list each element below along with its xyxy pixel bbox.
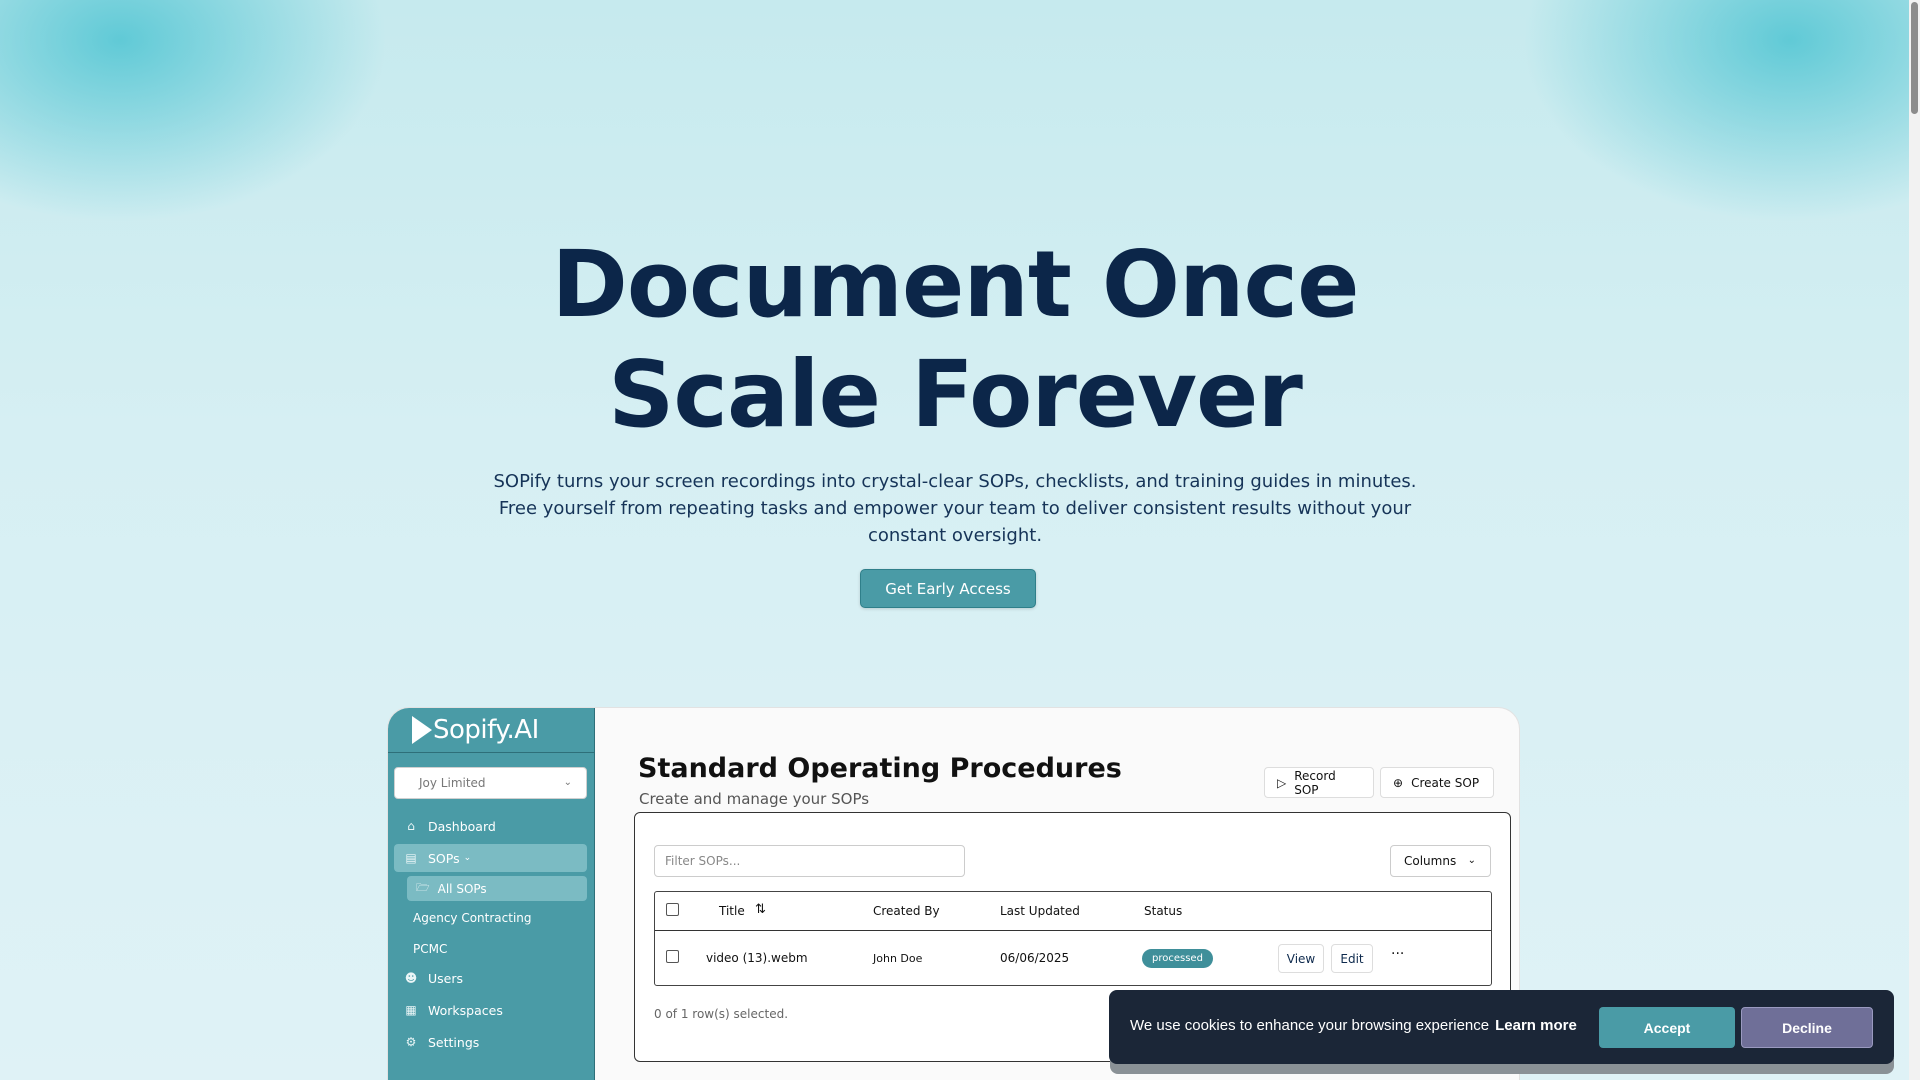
create-sop-label: Create SOP — [1411, 775, 1480, 790]
page-subtitle: Create and manage your SOPs — [639, 790, 870, 808]
row-title: video (13).webm — [706, 951, 808, 965]
organization-select-value: Joy Limited — [419, 776, 486, 790]
hero-subtitle: SOPify turns your screen recordings into… — [493, 471, 1417, 546]
sidebar-item-all-sops[interactable]: 🗁 All SOPs — [407, 876, 587, 901]
scrollbar-thumb[interactable] — [1911, 2, 1918, 114]
sidebar-item-dashboard[interactable]: ⌂ Dashboard — [394, 812, 587, 840]
select-all-checkbox[interactable] — [666, 903, 679, 916]
cookie-message-text: We use cookies to enhance your browsing … — [1130, 1017, 1490, 1034]
building-icon: ▦ — [405, 1003, 417, 1017]
sidebar-item-settings[interactable]: ⚙ Settings — [394, 1028, 587, 1056]
table-row: video (13).webm John Doe 06/06/2025 proc… — [655, 931, 1491, 986]
record-sop-label: Record SOP — [1294, 768, 1336, 797]
users-icon: ☻ — [404, 971, 418, 985]
scrollbar[interactable] — [1909, 0, 1920, 1080]
accept-button[interactable]: Accept — [1599, 1007, 1735, 1048]
document-icon: ▤ — [405, 851, 417, 865]
organization-select[interactable]: Joy Limited ⌄ — [394, 767, 587, 799]
rows-selected-text: 0 of 1 row(s) selected. — [654, 1007, 789, 1021]
sidebar-item-sops[interactable]: ▤ SOPs ⌄ — [394, 844, 587, 872]
sidebar-item-users[interactable]: ☻ Users — [394, 964, 587, 992]
filter-sops-input[interactable]: Filter SOPs... — [654, 845, 965, 877]
sidebar-item-label: Workspaces — [428, 1002, 503, 1018]
chevron-down-icon: ⌄ — [563, 777, 572, 788]
logo: Sopify.AI — [388, 708, 594, 753]
sidebar-item-pcmc[interactable]: PCMC — [407, 936, 587, 961]
sidebar-item-label: All SOPs — [437, 881, 487, 896]
chevron-down-icon: ⌄ — [463, 853, 472, 863]
sidebar-item-label: Settings — [428, 1034, 480, 1050]
get-early-access-button[interactable]: Get Early Access — [860, 569, 1036, 608]
column-status: Status — [1144, 904, 1183, 918]
cookie-banner: We use cookies to enhance your browsing … — [1109, 990, 1894, 1064]
decline-button[interactable]: Decline — [1741, 1007, 1873, 1048]
sidebar-item-label: Users — [428, 970, 464, 986]
sidebar-item-workspaces[interactable]: ▦ Workspaces — [394, 996, 587, 1024]
plus-circle-icon: ⊕ — [1393, 775, 1404, 790]
column-title[interactable]: Title — [719, 904, 745, 918]
cookie-message: We use cookies to enhance your browsing … — [1130, 1017, 1577, 1034]
logo-play-icon — [412, 716, 432, 744]
create-sop-button[interactable]: ⊕ Create SOP — [1380, 767, 1494, 798]
home-icon: ⌂ — [407, 819, 415, 833]
row-created-by: John Doe — [873, 952, 923, 965]
chevron-down-icon: ⌄ — [1467, 855, 1476, 866]
column-last-updated: Last Updated — [1000, 904, 1080, 918]
folder-icon: 🗁 — [416, 881, 430, 894]
sort-icon[interactable]: ⇅ — [755, 902, 766, 917]
sop-table: Title ⇅ Created By Last Updated Status v… — [654, 891, 1492, 986]
table-header: Title ⇅ Created By Last Updated Status — [655, 892, 1491, 931]
status-badge: processed — [1142, 949, 1213, 968]
columns-label: Columns — [1404, 854, 1457, 868]
record-sop-button[interactable]: ▷ Record SOP — [1264, 767, 1374, 798]
sidebar-item-label: Dashboard — [428, 818, 496, 834]
page-title: Standard Operating Procedures — [638, 753, 1122, 784]
learn-more-link[interactable]: Learn more — [1495, 1017, 1577, 1034]
video-camera-icon: ▷ — [1277, 775, 1287, 790]
sidebar: Sopify.AI Joy Limited ⌄ ⌂ Dashboard ▤ SO… — [388, 708, 595, 1080]
hero-title-line1: Document Once — [551, 231, 1359, 338]
hero-title-line2: Scale Forever — [608, 341, 1303, 448]
columns-button[interactable]: Columns ⌄ — [1390, 845, 1491, 877]
column-created-by: Created By — [873, 904, 940, 918]
sidebar-item-label: Agency Contracting — [413, 910, 532, 925]
logo-text: Sopify.AI — [433, 715, 539, 745]
sidebar-item-agency-contracting[interactable]: Agency Contracting — [407, 905, 587, 930]
sidebar-item-label: SOPs — [428, 850, 460, 866]
more-actions-icon[interactable]: ··· — [1391, 946, 1404, 962]
view-button[interactable]: View — [1278, 944, 1324, 973]
row-last-updated: 06/06/2025 — [1000, 951, 1070, 965]
edit-button[interactable]: Edit — [1331, 944, 1373, 973]
row-checkbox[interactable] — [666, 950, 679, 963]
sidebar-item-label: PCMC — [413, 941, 448, 956]
gear-icon: ⚙ — [405, 1035, 417, 1049]
